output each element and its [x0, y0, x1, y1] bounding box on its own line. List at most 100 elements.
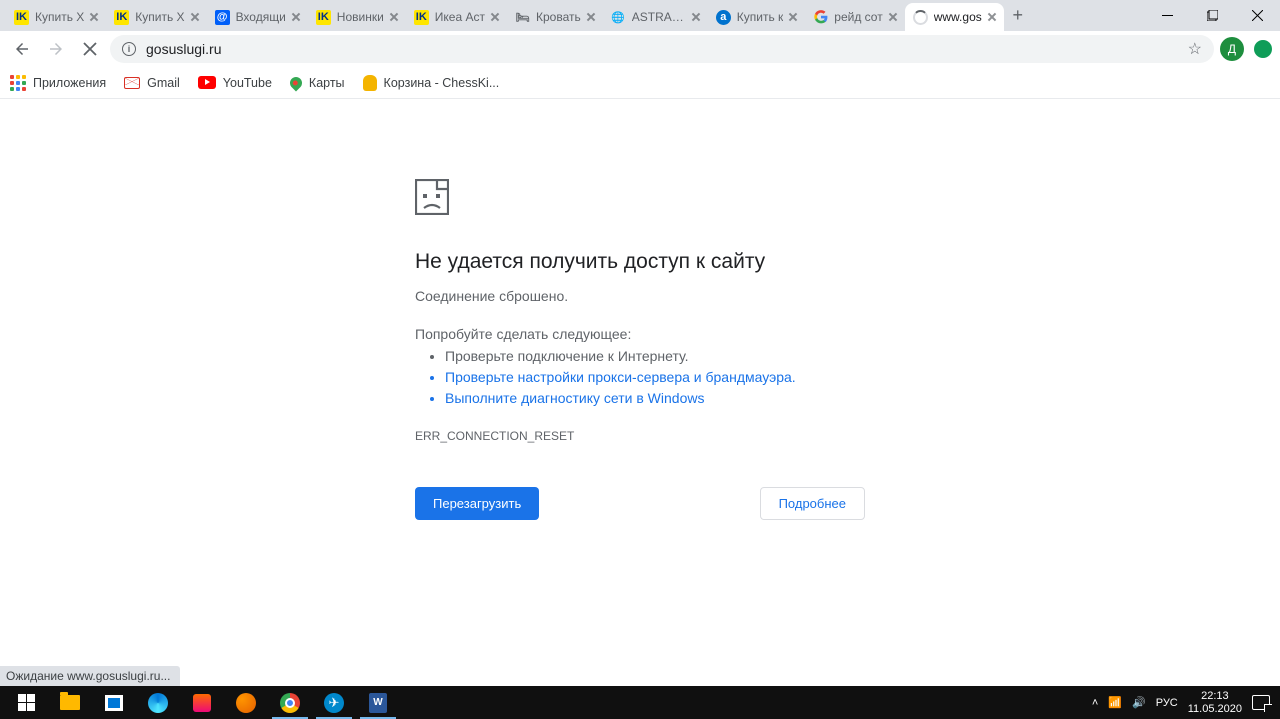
tab[interactable]: 🛏 Кровать — [507, 3, 603, 31]
close-window-button[interactable] — [1235, 0, 1280, 31]
tab-strip: IK Купить X IK Купить X @ Входящи IKНовинки… — [0, 0, 1280, 31]
close-icon[interactable] — [988, 13, 996, 21]
tab-label: Входящи — [236, 10, 286, 24]
chess-icon — [363, 75, 377, 91]
favicon-icon: @ — [215, 10, 230, 25]
new-tab-button[interactable]: + — [1004, 2, 1032, 30]
bookmark-gmail[interactable]: Gmail — [124, 76, 180, 90]
error-buttons: Перезагрузить Подробнее — [415, 487, 865, 520]
bookmark-label: Gmail — [147, 76, 180, 90]
maximize-button[interactable] — [1190, 0, 1235, 31]
tab[interactable]: IK Икеа Аст — [406, 3, 507, 31]
error-suggestions: Проверьте подключение к Интернету. Прове… — [415, 346, 1280, 409]
spinner-icon — [913, 10, 928, 25]
word-icon: W — [369, 693, 387, 713]
taskbar-store[interactable] — [92, 686, 136, 719]
tab-label: Купить к — [737, 10, 784, 24]
tab[interactable]: aКупить к — [708, 3, 806, 31]
volume-icon[interactable]: 🔊 — [1132, 696, 1146, 709]
bookmark-chess[interactable]: Корзина - ChessKi... — [363, 75, 500, 91]
wifi-icon[interactable]: 📶 — [1108, 696, 1122, 709]
profile-avatar[interactable]: Д — [1220, 37, 1244, 61]
tab-label: Кровать — [536, 10, 581, 24]
language-indicator[interactable]: РУС — [1156, 697, 1178, 709]
taskbar-edge[interactable] — [136, 686, 180, 719]
bookmark-star-icon[interactable]: ☆ — [1188, 39, 1202, 59]
url-text: gosuslugi.ru — [146, 41, 1178, 57]
favicon-icon: IK — [114, 10, 129, 25]
close-icon[interactable] — [90, 13, 98, 21]
bookmark-label: Карты — [309, 76, 345, 90]
favicon-icon: IK — [14, 10, 29, 25]
youtube-icon — [198, 76, 216, 89]
close-icon[interactable] — [292, 13, 300, 21]
taskbar: ✈ W ˄ 📶 🔊 РУС 22:13 11.05.2020 — [0, 686, 1280, 719]
error-page: Не удается получить доступ к сайту Соеди… — [0, 99, 1280, 520]
bookmarks-bar: Приложения Gmail YouTube Карты Корзина -… — [0, 67, 1280, 99]
chrome-icon — [280, 693, 300, 713]
window-controls — [1145, 0, 1280, 31]
minimize-button[interactable] — [1145, 0, 1190, 31]
tab-label: рейд сот — [834, 10, 882, 24]
error-code: ERR_CONNECTION_RESET — [415, 429, 1280, 443]
close-icon[interactable] — [491, 13, 499, 21]
tab-label: Икеа Аст — [435, 10, 485, 24]
tab-label: Купить X — [35, 10, 84, 24]
tray-expand-icon[interactable]: ˄ — [1092, 697, 1098, 709]
gmail-icon — [124, 77, 140, 89]
folder-icon — [60, 695, 80, 710]
store-icon — [105, 695, 123, 711]
taskbar-word[interactable]: W — [356, 686, 400, 719]
taskbar-telegram[interactable]: ✈ — [312, 686, 356, 719]
forward-button[interactable] — [42, 35, 70, 63]
system-tray: ˄ 📶 🔊 РУС 22:13 11.05.2020 — [1092, 690, 1276, 715]
firefox-icon — [236, 693, 256, 713]
taskbar-chrome[interactable] — [268, 686, 312, 719]
telegram-icon: ✈ — [324, 693, 344, 713]
favicon-icon: 🛏 — [515, 10, 530, 25]
details-button[interactable]: Подробнее — [760, 487, 865, 520]
tab[interactable]: @ Входящи — [207, 3, 308, 31]
error-try-label: Попробуйте сделать следующее: — [415, 326, 1280, 342]
tab-label: Купить X — [135, 10, 184, 24]
clock[interactable]: 22:13 11.05.2020 — [1188, 690, 1242, 715]
taskbar-app[interactable] — [180, 686, 224, 719]
notifications-icon[interactable] — [1252, 695, 1270, 710]
suggestion-link-diag[interactable]: Выполните диагностику сети в Windows — [445, 388, 1280, 409]
start-button[interactable] — [4, 686, 48, 719]
date-text: 11.05.2020 — [1188, 703, 1242, 716]
bookmark-label: YouTube — [223, 76, 272, 90]
tab[interactable]: IK Купить X — [6, 3, 106, 31]
error-subtitle: Соединение сброшено. — [415, 288, 1280, 304]
google-icon — [813, 10, 828, 25]
favicon-icon: IK — [414, 10, 429, 25]
tab[interactable]: IKНовинки — [308, 3, 406, 31]
address-bar[interactable]: i gosuslugi.ru ☆ — [110, 35, 1214, 63]
maps-icon — [287, 74, 304, 91]
tab-active[interactable]: www.gos — [905, 3, 1004, 31]
close-icon[interactable] — [889, 13, 897, 21]
close-icon[interactable] — [789, 13, 797, 21]
taskbar-explorer[interactable] — [48, 686, 92, 719]
apps-shortcut[interactable]: Приложения — [10, 75, 106, 91]
close-icon[interactable] — [587, 13, 595, 21]
site-info-icon[interactable]: i — [122, 42, 136, 56]
tab[interactable]: IK Купить X — [106, 3, 206, 31]
stop-button[interactable] — [76, 35, 104, 63]
suggestion-link-proxy[interactable]: Проверьте настройки прокси-сервера и бра… — [445, 367, 1280, 388]
reload-button[interactable]: Перезагрузить — [415, 487, 539, 520]
tab[interactable]: 🌐ASTRAKH — [603, 3, 708, 31]
close-icon[interactable] — [191, 13, 199, 21]
edge-icon — [148, 693, 168, 713]
app-icon — [193, 694, 211, 712]
suggestion-item: Проверьте подключение к Интернету. — [445, 346, 1280, 367]
close-icon[interactable] — [390, 13, 398, 21]
close-icon[interactable] — [692, 13, 700, 21]
bookmark-maps[interactable]: Карты — [290, 76, 345, 90]
back-button[interactable] — [8, 35, 36, 63]
tab[interactable]: рейд сот — [805, 3, 904, 31]
extension-icon[interactable] — [1254, 40, 1272, 58]
bookmark-youtube[interactable]: YouTube — [198, 76, 272, 90]
taskbar-firefox[interactable] — [224, 686, 268, 719]
toolbar: i gosuslugi.ru ☆ Д — [0, 31, 1280, 67]
